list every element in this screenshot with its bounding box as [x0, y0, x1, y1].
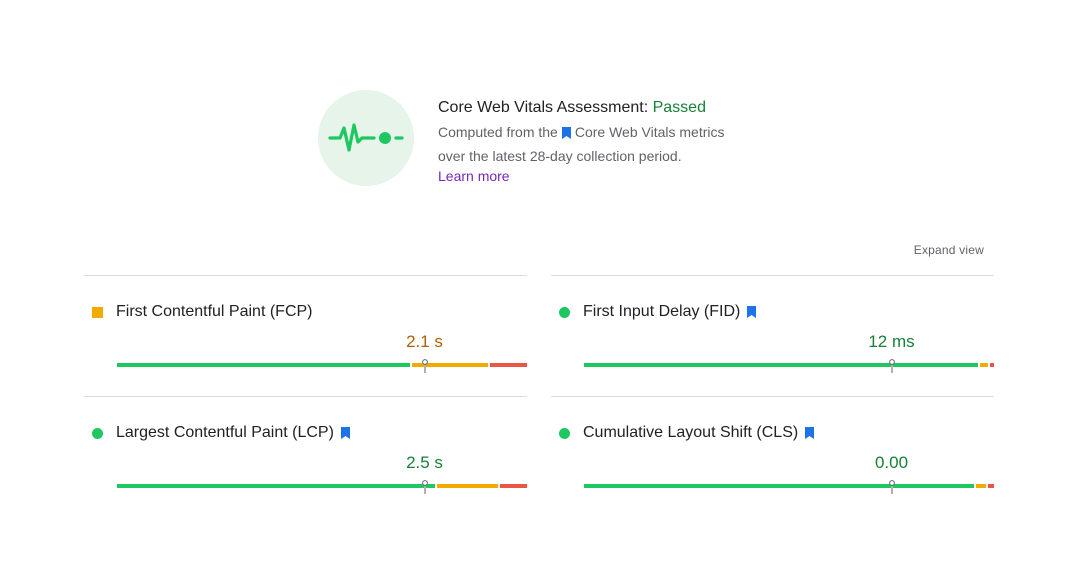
metric-fcp: First Contentful Paint (FCP) 2.1 s — [84, 275, 527, 396]
assessment-status: Passed — [652, 99, 706, 116]
good-indicator-icon — [92, 427, 103, 439]
metric-fid: First Input Delay (FID) 12 ms — [551, 275, 994, 396]
poor-segment — [500, 484, 527, 488]
learn-more-link[interactable]: Learn more — [438, 167, 510, 185]
good-segment — [584, 363, 978, 367]
good-indicator-icon — [559, 306, 570, 318]
good-indicator-icon — [559, 427, 570, 439]
assessment-description: Computed from the Core Web Vitals metrics… — [438, 121, 778, 167]
metric-lcp: Largest Contentful Paint (LCP) 2.5 s — [84, 396, 527, 517]
metric-header: First Input Delay (FID) — [559, 302, 757, 322]
metric-value: 0.00 — [874, 453, 909, 472]
core-web-vitals-assessment: Core Web Vitals Assessment: Passed Compu… — [318, 90, 778, 190]
core-vital-bookmark-icon — [340, 427, 350, 439]
assessment-title: Core Web Vitals Assessment: Passed — [438, 98, 778, 118]
needs-improvement-segment — [436, 484, 499, 488]
metric-value: 2.5 s — [406, 453, 443, 472]
percentile-marker — [421, 359, 429, 373]
vitals-pulse-icon — [318, 90, 414, 186]
assessment-desc-after: over the latest 28-day collection period… — [438, 148, 682, 164]
core-vital-bookmark-icon — [747, 306, 757, 318]
needs-improvement-indicator-icon — [92, 306, 103, 318]
poor-segment — [987, 484, 994, 488]
metric-name: First Contentful Paint (FCP) — [116, 303, 313, 320]
percentile-marker — [888, 480, 896, 494]
metric-cls: Cumulative Layout Shift (CLS) 0.00 — [551, 396, 994, 517]
expand-view-button[interactable]: Expand view — [914, 243, 984, 257]
poor-segment — [490, 363, 527, 367]
metric-value: 2.1 s — [406, 332, 443, 351]
distribution-bar — [117, 359, 527, 373]
needs-improvement-segment — [975, 484, 986, 488]
bookmark-icon — [561, 123, 571, 145]
percentile-marker — [888, 359, 896, 373]
poor-segment — [989, 363, 994, 367]
metric-name: First Input Delay (FID) — [583, 303, 741, 320]
metric-name: Largest Contentful Paint (LCP) — [116, 424, 334, 441]
good-segment — [117, 484, 435, 488]
assessment-desc-before: Computed from the — [438, 124, 558, 140]
page: Core Web Vitals Assessment: Passed Compu… — [0, 0, 1080, 567]
metric-name: Cumulative Layout Shift (CLS) — [583, 424, 799, 441]
needs-improvement-segment — [979, 363, 988, 367]
distribution-bar — [584, 480, 994, 494]
distribution-bar — [584, 359, 994, 373]
distribution-bar — [117, 480, 527, 494]
core-vital-bookmark-icon — [805, 427, 815, 439]
good-segment — [584, 484, 974, 488]
assessment-title-prefix: Core Web Vitals Assessment: — [438, 99, 653, 116]
core-web-vitals-metrics-link[interactable]: Core Web Vitals metrics — [575, 124, 725, 140]
good-segment — [117, 363, 411, 367]
metric-header: Cumulative Layout Shift (CLS) — [559, 423, 815, 443]
metric-header: Largest Contentful Paint (LCP) — [92, 423, 350, 443]
metric-header: First Contentful Paint (FCP) — [92, 302, 313, 322]
metric-value: 12 ms — [868, 332, 915, 351]
assessment-text: Core Web Vitals Assessment: Passed Compu… — [438, 98, 778, 186]
percentile-marker — [421, 480, 429, 494]
